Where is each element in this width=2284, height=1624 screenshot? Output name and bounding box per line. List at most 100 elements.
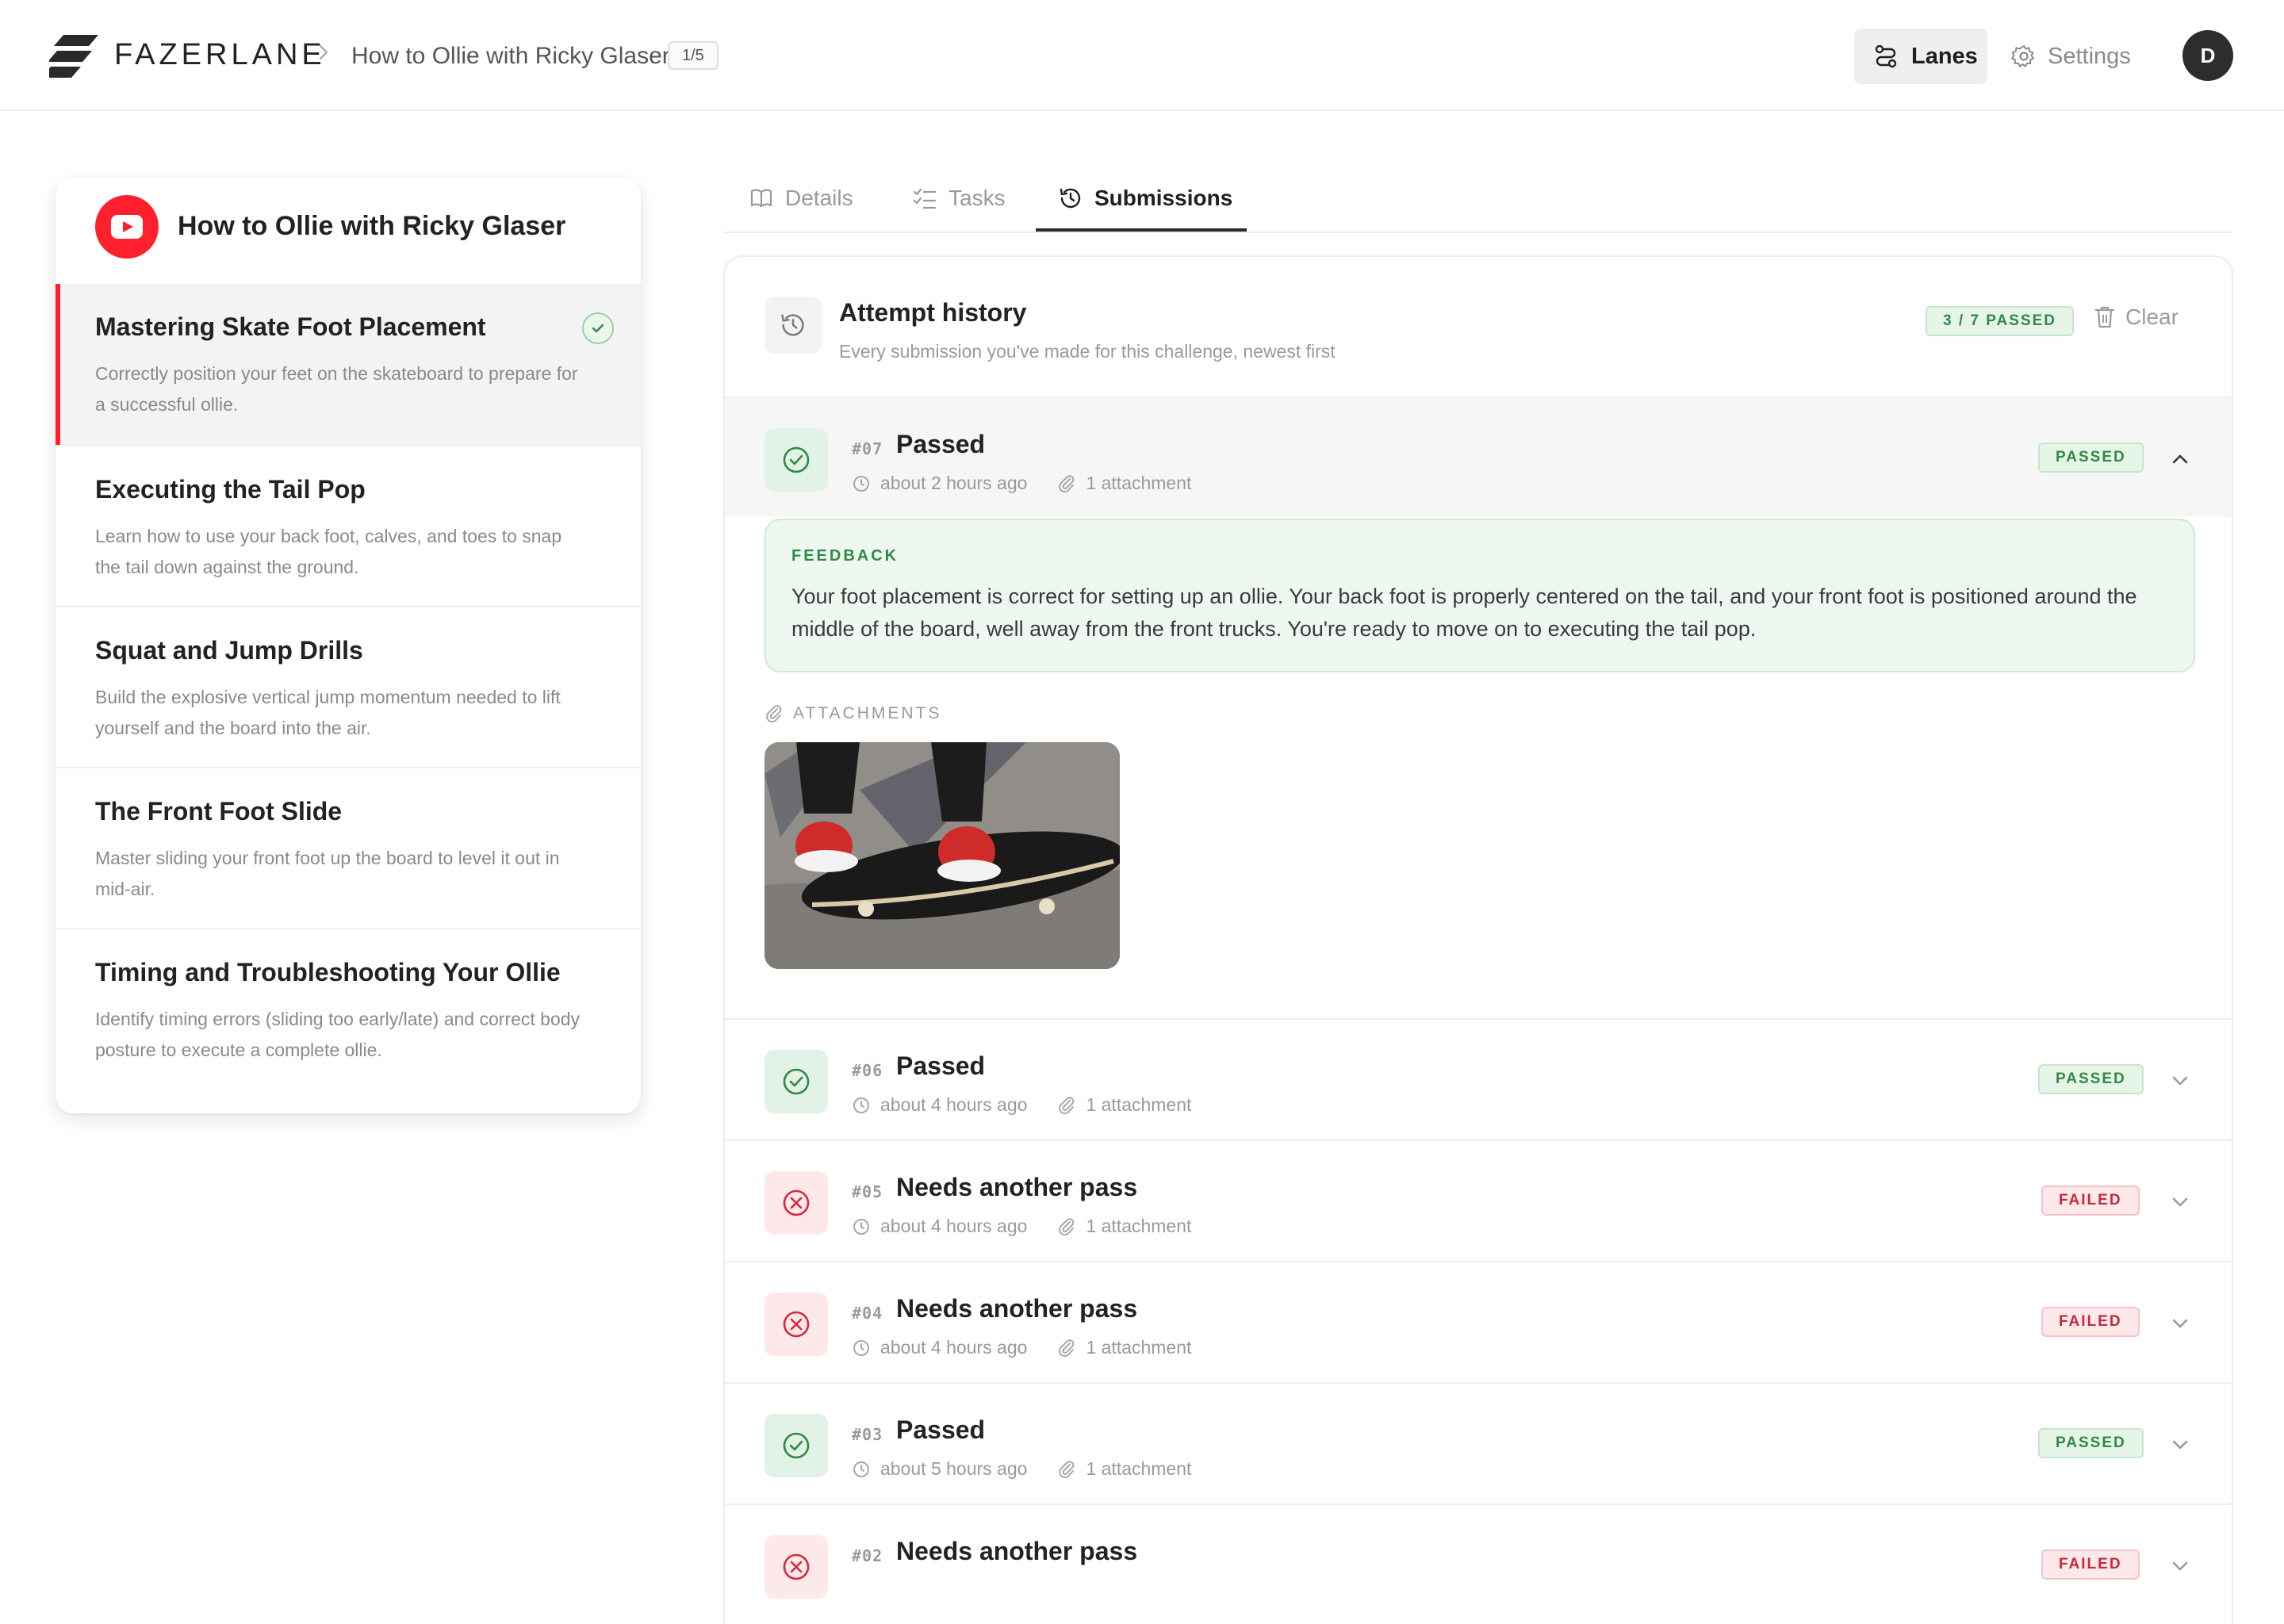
attempt-history-title: Attempt history (839, 298, 1027, 327)
lesson-item-squat-jump[interactable]: Squat and Jump Drills Build the explosiv… (56, 606, 641, 767)
nav-settings-button[interactable]: Settings (2011, 29, 2131, 84)
trash-icon (2094, 306, 2115, 328)
attachments-label: ATTACHMENTS (793, 704, 942, 722)
lesson-description: Correctly position your feet on the skat… (95, 363, 578, 415)
gear-icon (2011, 45, 2034, 67)
lesson-title: Squat and Jump Drills (95, 636, 363, 665)
submission-number: #07 (852, 439, 883, 458)
submission-row-03[interactable]: #03 Passed about 5 hours ago 1 attachmen… (725, 1382, 2232, 1503)
status-badge: PASSED (2038, 1064, 2144, 1094)
submission-row-07[interactable]: #07 Passed about 2 hours ago 1 attachmen… (725, 396, 2232, 517)
clock-icon (853, 1218, 869, 1235)
chevron-down-icon[interactable] (2167, 1067, 2194, 1094)
submission-number: #02 (852, 1546, 883, 1565)
clear-history-button[interactable]: Clear (2094, 304, 2179, 330)
attempt-history-subtitle: Every submission you've made for this ch… (839, 341, 1336, 362)
submission-attachments: 1 attachment (1086, 1458, 1192, 1479)
lesson-list-header: How to Ollie with Ricky Glaser (56, 178, 641, 284)
submission-meta: about 5 hours ago 1 attachment (852, 1458, 1191, 1480)
chevron-up-icon[interactable] (2167, 446, 2194, 473)
submission-time: about 2 hours ago (880, 473, 1028, 493)
paperclip-icon (1059, 1217, 1075, 1235)
submission-number: #03 (852, 1425, 883, 1444)
lesson-item-timing[interactable]: Timing and Troubleshooting Your Ollie Id… (56, 928, 641, 1089)
top-bar: FAZERLANE How to Ollie with Ricky Glaser… (0, 0, 2284, 111)
fazerlane-logo-icon[interactable] (49, 35, 98, 78)
submission-title: Passed (896, 1415, 986, 1444)
check-circle-icon (765, 1050, 828, 1113)
tab-tasks-label: Tasks (948, 186, 1006, 210)
nav-lanes-button[interactable]: Lanes (1854, 29, 1987, 84)
chevron-down-icon[interactable] (2167, 1310, 2194, 1337)
submission-time: about 4 hours ago (880, 1337, 1028, 1358)
submission-row-05[interactable]: #05 Needs another pass about 4 hours ago… (725, 1139, 2232, 1260)
clock-icon (853, 1097, 869, 1113)
lesson-title: Executing the Tail Pop (95, 475, 366, 504)
nav-lanes-label: Lanes (1911, 43, 1978, 69)
chevron-down-icon[interactable] (2167, 1189, 2194, 1216)
route-icon (1875, 44, 1897, 68)
submission-attachments: 1 attachment (1086, 1094, 1192, 1115)
history-icon (1060, 188, 1081, 209)
clear-history-label: Clear (2125, 304, 2179, 329)
check-circle-icon (765, 428, 828, 492)
status-badge: PASSED (2038, 1428, 2144, 1458)
clock-icon (853, 475, 869, 492)
lesson-title: Mastering Skate Foot Placement (95, 312, 486, 341)
feedback-text: Your foot placement is correct for setti… (791, 584, 2137, 641)
tab-submissions[interactable]: Submissions (1058, 186, 1232, 211)
book-open-icon (750, 189, 772, 208)
lesson-list-card: How to Ollie with Ricky Glaser Mastering… (56, 178, 641, 1113)
submission-meta: about 2 hours ago 1 attachment (852, 473, 1191, 494)
attachments-heading: ATTACHMENTS (765, 704, 941, 723)
paperclip-icon (1059, 474, 1075, 492)
lesson-item-front-foot-slide[interactable]: The Front Foot Slide Master sliding your… (56, 767, 641, 928)
submission-title: Needs another pass (896, 1294, 1138, 1323)
chevron-right-icon (319, 44, 328, 60)
brand-name[interactable]: FAZERLANE (114, 38, 326, 72)
breadcrumb-lane[interactable]: How to Ollie with Ricky Glaser (351, 43, 670, 70)
lesson-item-tail-pop[interactable]: Executing the Tail Pop Learn how to use … (56, 445, 641, 606)
history-icon (765, 297, 822, 354)
submission-row-02[interactable]: #02 Needs another pass FAILED (725, 1503, 2232, 1624)
status-badge: FAILED (2041, 1549, 2140, 1580)
active-tab-indicator (1036, 228, 1247, 232)
submission-title: Needs another pass (896, 1173, 1138, 1201)
submission-meta: about 4 hours ago 1 attachment (852, 1094, 1191, 1116)
attempt-history-panel: Attempt history Every submission you've … (723, 255, 2233, 1624)
lesson-description: Build the explosive vertical jump moment… (95, 687, 561, 738)
x-circle-icon (765, 1535, 828, 1599)
paperclip-icon (766, 705, 782, 723)
submission-title: Needs another pass (896, 1537, 1138, 1565)
submission-number: #05 (852, 1182, 883, 1201)
lesson-title: The Front Foot Slide (95, 797, 343, 825)
submission-attachments: 1 attachment (1086, 1337, 1192, 1358)
submission-time: about 4 hours ago (880, 1216, 1028, 1236)
lesson-description: Identify timing errors (sliding too earl… (95, 1009, 581, 1060)
lesson-title: Timing and Troubleshooting Your Ollie (95, 958, 561, 986)
x-circle-icon (765, 1293, 828, 1356)
tab-submissions-label: Submissions (1094, 186, 1233, 210)
list-checks-icon (913, 188, 937, 209)
status-badge: PASSED (2038, 442, 2144, 473)
tab-details[interactable]: Details (749, 186, 853, 211)
check-icon (582, 312, 614, 344)
lesson-item-foot-placement[interactable]: Mastering Skate Foot Placement Correctly… (56, 284, 641, 445)
chevron-down-icon[interactable] (2167, 1553, 2194, 1580)
feedback-box: FEEDBACK Your foot placement is correct … (765, 519, 2195, 672)
attachment-thumbnail[interactable] (765, 742, 1120, 969)
submission-attachments: 1 attachment (1086, 473, 1192, 493)
chevron-down-icon[interactable] (2167, 1431, 2194, 1458)
lesson-progress-badge: 1/5 (668, 41, 719, 70)
tab-tasks[interactable]: Tasks (912, 186, 1006, 211)
submission-row-04[interactable]: #04 Needs another pass about 4 hours ago… (725, 1261, 2232, 1381)
tab-bar: Details Tasks Submissions (723, 170, 2233, 233)
submission-row-06[interactable]: #06 Passed about 4 hours ago 1 attachmen… (725, 1018, 2232, 1139)
user-avatar[interactable]: D (2182, 30, 2233, 81)
lesson-description: Learn how to use your back foot, calves,… (95, 526, 562, 577)
passed-summary-badge: 3 / 7 PASSED (1926, 306, 2074, 336)
nav-settings-label: Settings (2048, 43, 2131, 69)
status-badge: FAILED (2041, 1185, 2140, 1216)
clock-icon (853, 1339, 869, 1356)
lesson-description: Master sliding your front foot up the bo… (95, 848, 560, 899)
